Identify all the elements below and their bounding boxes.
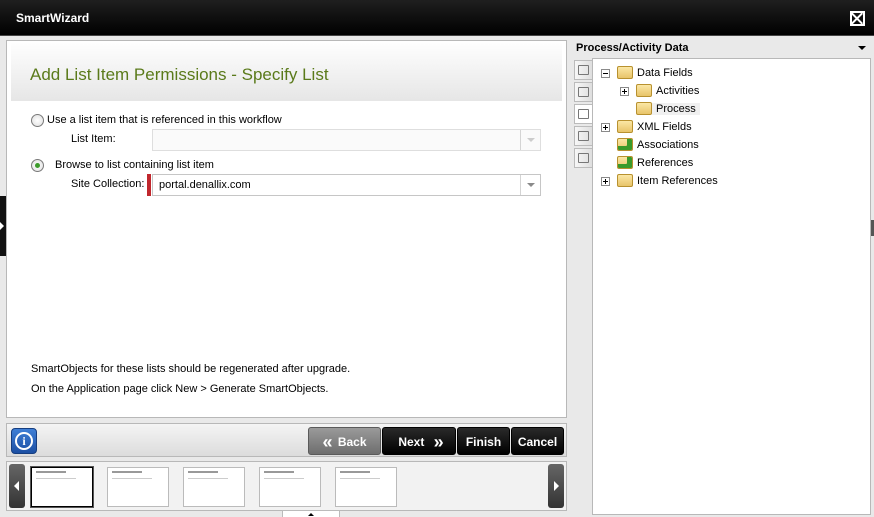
thumbnail-page[interactable] — [335, 467, 397, 507]
next-label: Next — [398, 435, 425, 449]
collapse-icon[interactable] — [601, 69, 610, 78]
thumbnail-next-button[interactable] — [548, 464, 564, 508]
site-collection-combo[interactable]: portal.denallix.com — [152, 174, 541, 196]
expand-icon[interactable] — [601, 177, 610, 186]
chevron-down-icon[interactable] — [520, 175, 540, 195]
tree-node-label: Process — [652, 103, 700, 115]
radio-browse-label: Browse to list containing list item — [55, 159, 214, 171]
list-item-combo[interactable] — [152, 129, 541, 151]
data-panel-title: Process/Activity Data — [576, 42, 689, 54]
process-data-tab-icon[interactable] — [574, 104, 592, 124]
data-panel-header: Process/Activity Data — [572, 40, 874, 56]
chevron-left-icon: « — [322, 432, 332, 452]
wizard-page: Add List Item Permissions - Specify List… — [6, 40, 567, 418]
back-label: Back — [337, 435, 367, 449]
thumbnail-page[interactable] — [259, 467, 321, 507]
wizard-toolbar: i « Back Next » Finish Cancel — [6, 423, 567, 457]
tree-node-label: XML Fields — [637, 121, 692, 133]
upgrade-note: SmartObjects for these lists should be r… — [31, 363, 351, 375]
tree-node-label: Associations — [637, 139, 699, 151]
cancel-button[interactable]: Cancel — [511, 427, 564, 455]
radio-browse-list[interactable] — [31, 159, 44, 172]
folder-icon — [617, 66, 633, 79]
folder-icon — [636, 102, 652, 115]
radio-referenced-item[interactable] — [31, 114, 44, 127]
wizard-header: Add List Item Permissions - Specify List — [11, 43, 562, 101]
item-reference-icon — [617, 174, 633, 187]
info-icon: i — [15, 432, 33, 450]
thumbnail-page[interactable] — [107, 467, 169, 507]
process-data-tree: Data Fields Activities Process XML Field… — [592, 58, 871, 515]
next-button[interactable]: Next » — [382, 427, 456, 455]
thumbnail-page[interactable] — [31, 467, 93, 507]
function-tab-icon[interactable] — [574, 148, 592, 168]
folder-icon — [636, 84, 652, 97]
chevron-down-icon[interactable] — [520, 130, 540, 150]
close-icon[interactable] — [850, 11, 865, 26]
thumbnail-prev-button[interactable] — [9, 464, 25, 508]
xml-folder-icon — [617, 120, 633, 133]
chevron-down-icon[interactable] — [858, 46, 866, 50]
window-title: SmartWizard — [16, 11, 90, 25]
back-button[interactable]: « Back — [308, 427, 381, 455]
expand-thumbnails-handle[interactable] — [282, 510, 340, 517]
required-indicator — [147, 174, 151, 196]
page-thumbnail-strip — [6, 461, 567, 511]
tree-node-label: Item References — [637, 175, 718, 187]
smartobject-tab-icon[interactable] — [574, 82, 592, 102]
radio-referenced-label: Use a list item that is referenced in th… — [47, 114, 282, 126]
expand-icon[interactable] — [601, 123, 610, 132]
tree-node-label: Data Fields — [637, 67, 693, 79]
reference-folder-icon — [617, 156, 633, 169]
site-collection-value: portal.denallix.com — [159, 179, 251, 191]
finish-button[interactable]: Finish — [457, 427, 510, 455]
info-button[interactable]: i — [11, 428, 37, 454]
tree-node-label: Activities — [656, 85, 700, 97]
expand-icon[interactable] — [620, 87, 629, 96]
thumbnail-page[interactable] — [183, 467, 245, 507]
list-item-label: List Item: — [71, 133, 116, 145]
page-title: Add List Item Permissions - Specify List — [30, 65, 329, 84]
tree-node-label: References — [637, 157, 694, 169]
association-folder-icon — [617, 138, 633, 151]
title-bar: SmartWizard — [0, 0, 874, 36]
chevron-right-icon: » — [433, 432, 444, 452]
environment-tab-icon[interactable] — [574, 60, 592, 80]
panel-vertical-tabs — [572, 58, 592, 168]
site-collection-label: Site Collection: — [71, 178, 145, 190]
workflow-context-tab-icon[interactable] — [574, 126, 592, 146]
generate-note: On the Application page click New > Gene… — [31, 383, 329, 395]
